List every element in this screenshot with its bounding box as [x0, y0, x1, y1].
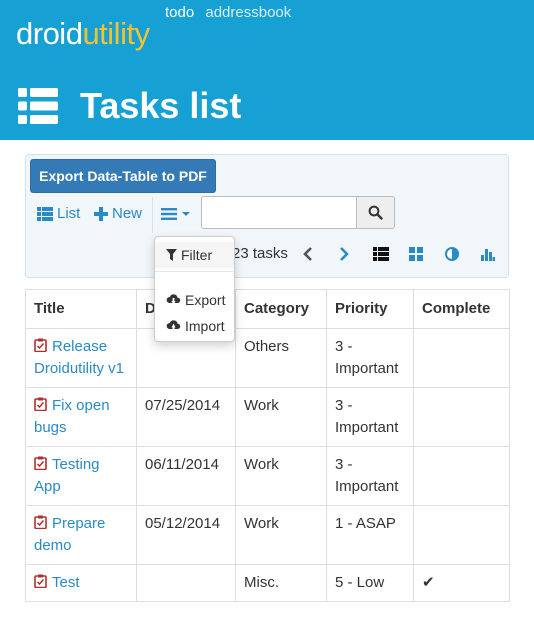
task-title-cell: Release Droidutility v1	[25, 328, 137, 388]
brand-text-droid: droid	[16, 16, 83, 51]
task-category: Misc.	[235, 564, 327, 602]
task-count: 23 tasks	[232, 245, 288, 262]
task-title-cell: Prepare demo	[25, 505, 137, 565]
column-header-priority[interactable]: Priority	[326, 289, 414, 329]
page-title-row: Tasks list	[18, 84, 241, 128]
brand-text-utility: utility	[82, 16, 150, 51]
list-view-button[interactable]	[372, 245, 390, 263]
cloud-download-icon	[166, 294, 181, 306]
table-row: Testing App 06/11/2014 Work 3 - Importan…	[25, 446, 510, 506]
task-title-link[interactable]: Test	[34, 574, 80, 591]
nav-link-addressbook[interactable]: addressbook	[205, 4, 291, 21]
next-page-button[interactable]	[335, 245, 353, 263]
search-button[interactable]	[356, 196, 395, 229]
caret-down-icon	[182, 212, 190, 216]
new-label: New	[112, 205, 143, 222]
task-date	[136, 564, 236, 602]
filter-label: Filter	[181, 247, 213, 263]
task-complete: ✔	[413, 564, 510, 602]
task-title-cell: Fix open bugs	[25, 387, 137, 447]
export-pdf-button[interactable]: Export Data-Table to PDF	[30, 159, 216, 193]
task-priority: 3 - Important	[326, 387, 414, 447]
app-header: droidutility todo addressbook Tasks list	[0, 0, 534, 140]
contrast-icon	[445, 247, 459, 261]
list-icon	[37, 206, 53, 221]
filter-menu-item[interactable]: Filter	[155, 242, 234, 268]
export-menu-item[interactable]: Export	[155, 287, 234, 313]
table-header-row: Title D Category Priority Complete	[25, 289, 510, 329]
contrast-button[interactable]	[443, 245, 461, 263]
export-label: Export	[185, 292, 226, 308]
column-header-category[interactable]: Category	[235, 289, 327, 329]
table-row: Prepare demo 05/12/2014 Work 1 - ASAP	[25, 505, 510, 565]
toolbar-panel: Export Data-Table to PDF List New 23 tas…	[25, 154, 509, 278]
top-nav: todo addressbook	[165, 4, 298, 22]
task-title: Test	[52, 574, 80, 591]
prev-page-button[interactable]	[299, 245, 317, 263]
clipboard-check-icon	[34, 397, 47, 411]
actions-dropdown-menu: Filter Export Import	[154, 236, 235, 342]
clipboard-check-icon	[34, 456, 47, 470]
hamburger-icon	[161, 208, 177, 220]
list-view-icon	[373, 247, 389, 261]
table-row: Fix open bugs 07/25/2014 Work 3 - Import…	[25, 387, 510, 447]
search-icon	[368, 205, 383, 220]
task-complete	[413, 505, 510, 565]
table-row: Test Misc. 5 - Low ✔	[25, 564, 510, 602]
task-category: Work	[235, 446, 327, 506]
toolbar-divider	[152, 197, 153, 233]
menu-divider	[155, 271, 234, 272]
import-menu-item[interactable]: Import	[155, 313, 234, 339]
task-date: 05/12/2014	[136, 505, 236, 565]
grid-view-button[interactable]	[407, 245, 425, 263]
clipboard-check-icon	[34, 338, 47, 352]
task-title-link[interactable]: Prepare demo	[34, 515, 105, 554]
chart-view-button[interactable]	[479, 245, 497, 263]
task-complete	[413, 446, 510, 506]
task-category: Work	[235, 387, 327, 447]
task-complete	[413, 387, 510, 447]
chart-icon	[481, 249, 495, 261]
list-icon	[18, 88, 58, 124]
new-link[interactable]: New	[94, 205, 142, 222]
nav-link-todo[interactable]: todo	[165, 4, 194, 21]
task-priority: 3 - Important	[326, 446, 414, 506]
task-priority: 5 - Low	[326, 564, 414, 602]
brand-logo[interactable]: droidutility	[16, 16, 150, 52]
task-title: Release Droidutility v1	[34, 338, 125, 377]
task-title-cell: Testing App	[25, 446, 137, 506]
page-title: Tasks list	[80, 85, 242, 126]
chevron-right-icon	[340, 247, 349, 261]
task-title-link[interactable]: Testing App	[34, 456, 100, 495]
task-title-link[interactable]: Release Droidutility v1	[34, 338, 124, 377]
table-row: Release Droidutility v1 Others 3 - Impor…	[25, 328, 510, 388]
import-label: Import	[185, 318, 225, 334]
search-input[interactable]	[201, 196, 357, 229]
list-link[interactable]: List	[37, 205, 80, 222]
column-header-title[interactable]: Title	[25, 289, 137, 329]
task-title-link[interactable]: Fix open bugs	[34, 397, 110, 436]
task-title-cell: Test	[25, 564, 137, 602]
clipboard-check-icon	[34, 515, 47, 529]
chevron-left-icon	[303, 247, 312, 261]
tasks-table: Title D Category Priority Complete Relea…	[25, 289, 510, 602]
column-header-complete[interactable]: Complete	[413, 289, 510, 329]
menu-dropdown-toggle[interactable]	[158, 201, 194, 227]
task-priority: 1 - ASAP	[326, 505, 414, 565]
task-complete	[413, 328, 510, 388]
task-date: 07/25/2014	[136, 387, 236, 447]
filter-icon	[166, 249, 177, 261]
cloud-upload-icon	[166, 320, 181, 332]
task-date: 06/11/2014	[136, 446, 236, 506]
task-category: Work	[235, 505, 327, 565]
clipboard-check-icon	[34, 574, 47, 588]
plus-icon	[94, 206, 108, 221]
grid-view-icon	[409, 247, 423, 261]
task-priority: 3 - Important	[326, 328, 414, 388]
task-category: Others	[235, 328, 327, 388]
list-label: List	[57, 205, 81, 222]
